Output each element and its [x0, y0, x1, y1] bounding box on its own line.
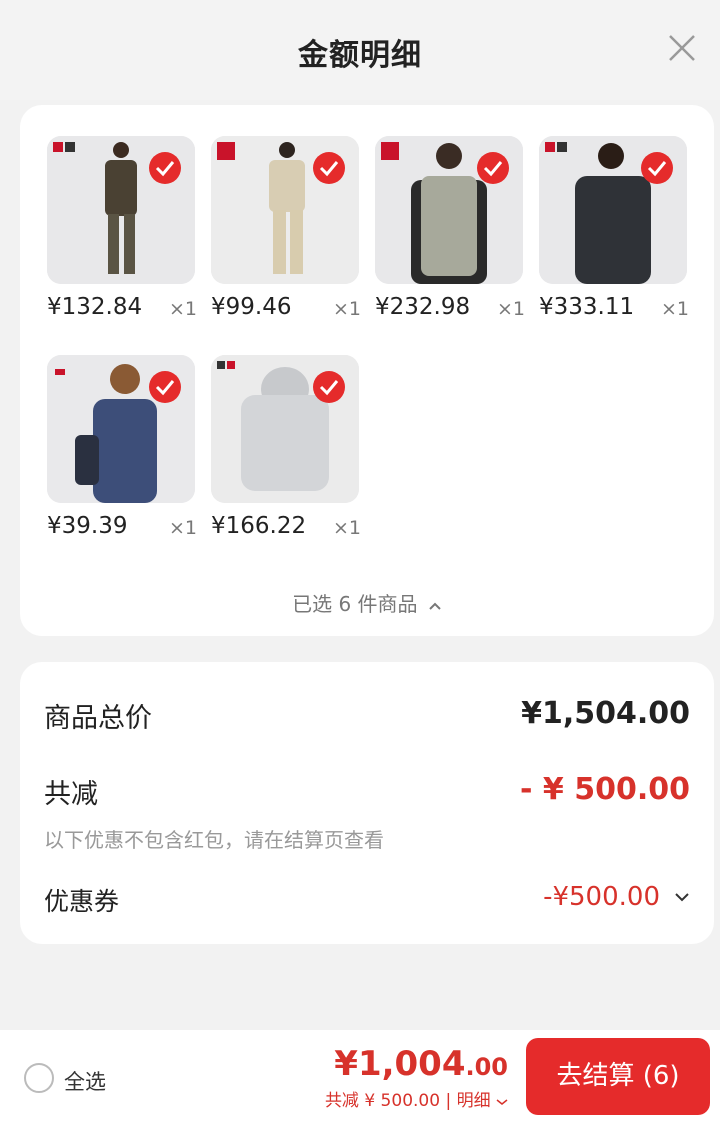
- savings-text: 共减 ¥ 500.00 | 明细: [324, 1091, 491, 1111]
- select-all-label[interactable]: 全选: [64, 1066, 106, 1096]
- subtotal-value: ¥1,504.00: [521, 696, 690, 731]
- discount-label: 共减: [44, 779, 98, 810]
- coupon-value: -¥500.00: [543, 882, 660, 912]
- product-item[interactable]: ¥39.39 ×1: [47, 355, 197, 555]
- product-price: ¥132.84: [47, 294, 143, 320]
- summary-card: 商品总价 ¥1,504.00 共减 - ¥ 500.00 以下优惠不包含红包，请…: [20, 662, 714, 944]
- product-image: [539, 136, 687, 284]
- checkout-bar: 全选 ¥1,004.00 共减 ¥ 500.00 | 明细 去结算 (6): [0, 1030, 720, 1129]
- product-item[interactable]: ¥132.84 ×1: [47, 136, 197, 336]
- savings-detail-link[interactable]: 共减 ¥ 500.00 | 明细: [325, 1086, 508, 1111]
- coupon-label: 优惠券: [44, 887, 120, 916]
- total-price-main: ¥1,004: [334, 1044, 466, 1084]
- chevron-up-icon: [429, 602, 441, 610]
- total-price-decimal: .00: [465, 1053, 508, 1081]
- checked-icon[interactable]: [313, 152, 345, 184]
- checked-icon[interactable]: [149, 371, 181, 403]
- product-qty: ×1: [332, 298, 361, 320]
- product-qty: ×1: [660, 298, 689, 320]
- products-card: ¥132.84 ×1 ¥99.46 ×1 ¥232.98 ×1 ¥333.11 …: [20, 105, 714, 636]
- product-qty: ×1: [332, 517, 361, 539]
- sheet-title: 金额明细: [298, 38, 422, 73]
- total-price: ¥1,004.00: [334, 1044, 508, 1084]
- product-image: [211, 355, 359, 503]
- product-price: ¥333.11: [539, 294, 635, 320]
- product-image: [47, 355, 195, 503]
- checkout-button[interactable]: 去结算 (6): [526, 1038, 710, 1115]
- product-item[interactable]: ¥333.11 ×1: [539, 136, 689, 336]
- product-item[interactable]: ¥166.22 ×1: [211, 355, 361, 555]
- product-image: [375, 136, 523, 284]
- selected-count-toggle[interactable]: 已选 6 件商品: [20, 588, 714, 617]
- discount-value: - ¥ 500.00: [520, 772, 690, 807]
- checked-icon[interactable]: [477, 152, 509, 184]
- chevron-down-icon: [675, 893, 689, 902]
- product-image: [211, 136, 359, 284]
- product-qty: ×1: [168, 517, 197, 539]
- product-item[interactable]: ¥99.46 ×1: [211, 136, 361, 336]
- chevron-down-icon: [496, 1099, 508, 1105]
- selected-count-label: 已选 6 件商品: [292, 592, 418, 616]
- select-all-radio[interactable]: [24, 1063, 54, 1093]
- product-qty: ×1: [496, 298, 525, 320]
- checked-icon[interactable]: [149, 152, 181, 184]
- product-price: ¥39.39: [47, 513, 128, 539]
- checked-icon[interactable]: [641, 152, 673, 184]
- product-price: ¥99.46: [211, 294, 292, 320]
- close-icon[interactable]: [666, 32, 698, 64]
- product-price: ¥232.98: [375, 294, 471, 320]
- discount-note: 以下优惠不包含红包，请在结算页查看: [44, 828, 384, 852]
- product-qty: ×1: [168, 298, 197, 320]
- subtotal-label: 商品总价: [44, 703, 152, 734]
- product-price: ¥166.22: [211, 513, 307, 539]
- checked-icon[interactable]: [313, 371, 345, 403]
- coupon-selector[interactable]: -¥500.00: [543, 882, 690, 912]
- sheet-header: 金额明细: [0, 0, 720, 100]
- product-item[interactable]: ¥232.98 ×1: [375, 136, 525, 336]
- product-image: [47, 136, 195, 284]
